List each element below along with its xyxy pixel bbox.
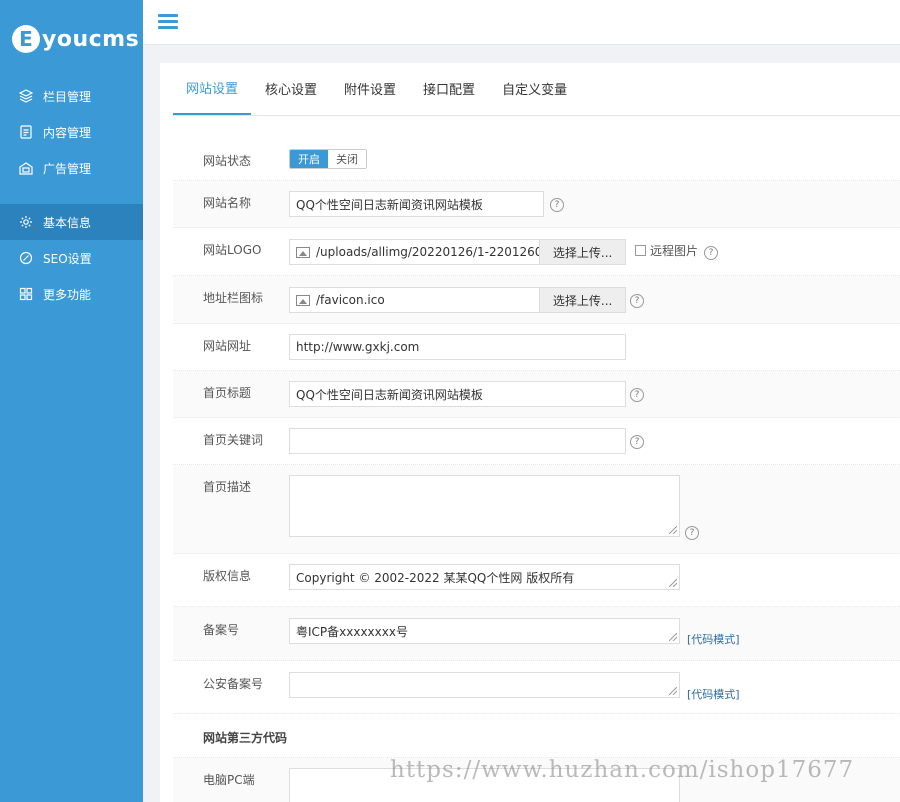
sidebar-item-ads[interactable]: 广告管理 [0, 150, 143, 186]
image-icon [296, 246, 310, 258]
status-off-option[interactable]: 关闭 [328, 150, 366, 168]
sidebar-item-label: 更多功能 [43, 287, 92, 302]
document-icon [18, 124, 34, 140]
tab-site-settings[interactable]: 网站设置 [173, 62, 252, 115]
sidebar-item-more[interactable]: 更多功能 [0, 276, 143, 312]
gear-icon [18, 214, 34, 230]
section-title: 网站第三方代码 [203, 731, 288, 745]
form-row-home-keywords: 首页关键词 ? [173, 418, 900, 465]
logo-file-field: /uploads/allimg/20220126/1-2201260949 选择… [289, 239, 626, 265]
field-label: 电脑PC端 [203, 773, 255, 787]
favicon-path-text: /favicon.ico [316, 293, 385, 307]
field-label: 网站名称 [203, 196, 252, 210]
logo-upload-button[interactable]: 选择上传... [539, 240, 625, 264]
top-bar [143, 0, 900, 45]
logo-mark: E [12, 25, 40, 53]
home-title-input[interactable]: QQ个性空间日志新闻资讯网站模板 [289, 381, 626, 407]
resize-grip-icon[interactable] [669, 526, 677, 534]
remote-image-checkbox[interactable] [635, 245, 646, 256]
image-icon [296, 294, 310, 306]
tab-attachment-settings[interactable]: 附件设置 [331, 62, 409, 115]
tab-custom-variables[interactable]: 自定义变量 [489, 62, 580, 115]
form-row-home-title: 首页标题 QQ个性空间日志新闻资讯网站模板 ? [173, 371, 900, 418]
help-icon[interactable]: ? [685, 526, 699, 540]
sidebar-item-label: SEO设置 [43, 251, 92, 266]
tab-bar: 网站设置 核心设置 附件设置 接口配置 自定义变量 [173, 63, 900, 116]
field-label: 网站LOGO [203, 243, 262, 257]
status-on-option[interactable]: 开启 [290, 150, 328, 168]
help-icon[interactable]: ? [630, 294, 644, 308]
menu-toggle-icon[interactable] [158, 14, 178, 30]
layers-icon [18, 88, 34, 104]
form-row-logo: 网站LOGO /uploads/allimg/20220126/1-220126… [173, 228, 900, 276]
field-label: 版权信息 [203, 569, 252, 583]
form-row-home-desc: 首页描述 ? [173, 465, 900, 554]
help-icon[interactable]: ? [630, 388, 644, 402]
field-label: 公安备案号 [203, 677, 264, 691]
tab-api-config[interactable]: 接口配置 [410, 62, 488, 115]
field-label: 备案号 [203, 623, 240, 637]
tab-core-settings[interactable]: 核心设置 [252, 62, 330, 115]
site-name-input[interactable]: QQ个性空间日志新闻资讯网站模板 [289, 191, 544, 217]
main-content: 网站设置 核心设置 附件设置 接口配置 自定义变量 网站状态 开启 关闭 网站名… [160, 63, 900, 802]
form-row-site-name: 网站名称 QQ个性空间日志新闻资讯网站模板 ? [173, 181, 900, 228]
help-icon[interactable]: ? [630, 435, 644, 449]
watermark-text: https://www.huzhan.com/ishop17677 [390, 757, 855, 783]
field-label: 首页标题 [203, 386, 252, 400]
site-url-input[interactable]: http://www.gxkj.com [289, 334, 626, 360]
resize-grip-icon[interactable] [669, 687, 677, 695]
sidebar-item-label: 栏目管理 [43, 89, 92, 104]
copyright-text: Copyright © 2002-2022 某某QQ个性网 版权所有 [296, 571, 575, 585]
home-desc-textarea[interactable] [289, 475, 680, 537]
remote-image-label: 远程图片 [650, 244, 699, 258]
logo[interactable]: E youcms [0, 0, 143, 78]
ad-icon [18, 160, 34, 176]
logo-text: youcms [42, 26, 140, 52]
form-row-police: 公安备案号 [代码模式] [173, 661, 900, 714]
field-label: 地址栏图标 [203, 291, 264, 305]
sidebar-item-label: 内容管理 [43, 125, 92, 140]
field-label: 网站状态 [203, 154, 252, 168]
field-label: 首页关键词 [203, 433, 264, 447]
grid-icon [18, 286, 34, 302]
sidebar-item-content[interactable]: 内容管理 [0, 114, 143, 150]
form-row-icp: 备案号 粤ICP备xxxxxxxx号 [代码模式] [173, 607, 900, 661]
site-status-toggle[interactable]: 开启 关闭 [289, 149, 367, 169]
sidebar: E youcms 栏目管理 内容管理 广告管理 基本信息 SEO设置 更多功能 [0, 0, 143, 802]
field-label: 首页描述 [203, 480, 252, 494]
help-icon[interactable]: ? [704, 246, 718, 260]
field-label: 网站网址 [203, 339, 252, 353]
logo-path-text: /uploads/allimg/20220126/1-2201260949 [316, 245, 540, 259]
form-row-favicon: 地址栏图标 /favicon.ico 选择上传... ? [173, 276, 900, 324]
copyright-textarea[interactable]: Copyright © 2002-2022 某某QQ个性网 版权所有 [289, 564, 680, 590]
form-row-status: 网站状态 开启 关闭 [173, 116, 900, 181]
icp-text: 粤ICP备xxxxxxxx号 [296, 625, 408, 639]
sidebar-item-seo[interactable]: SEO设置 [0, 240, 143, 276]
favicon-upload-button[interactable]: 选择上传... [539, 288, 625, 312]
form-row-site-url: 网站网址 http://www.gxkj.com [173, 324, 900, 371]
favicon-file-field: /favicon.ico 选择上传... [289, 287, 626, 313]
resize-grip-icon[interactable] [669, 633, 677, 641]
logo-path-input[interactable]: /uploads/allimg/20220126/1-2201260949 [290, 240, 539, 264]
help-icon[interactable]: ? [550, 198, 564, 212]
home-keywords-input[interactable] [289, 428, 626, 454]
police-code-mode-link[interactable]: [代码模式] [687, 686, 740, 702]
favicon-path-input[interactable]: /favicon.ico [290, 288, 539, 312]
icp-textarea[interactable]: 粤ICP备xxxxxxxx号 [289, 618, 680, 644]
resize-grip-icon[interactable] [669, 579, 677, 587]
sidebar-item-label: 广告管理 [43, 161, 92, 176]
settings-form: 网站状态 开启 关闭 网站名称 QQ个性空间日志新闻资讯网站模板 ? 网站LOG… [173, 116, 900, 802]
sidebar-item-basic-info[interactable]: 基本信息 [0, 204, 143, 240]
seo-icon [18, 250, 34, 266]
section-third-party: 网站第三方代码 [173, 714, 900, 758]
sidebar-item-columns[interactable]: 栏目管理 [0, 78, 143, 114]
icp-code-mode-link[interactable]: [代码模式] [687, 631, 740, 647]
police-textarea[interactable] [289, 672, 680, 698]
form-row-copyright: 版权信息 Copyright © 2002-2022 某某QQ个性网 版权所有 [173, 554, 900, 607]
remote-image-option[interactable]: 远程图片 [635, 242, 698, 259]
sidebar-item-label: 基本信息 [43, 215, 92, 230]
